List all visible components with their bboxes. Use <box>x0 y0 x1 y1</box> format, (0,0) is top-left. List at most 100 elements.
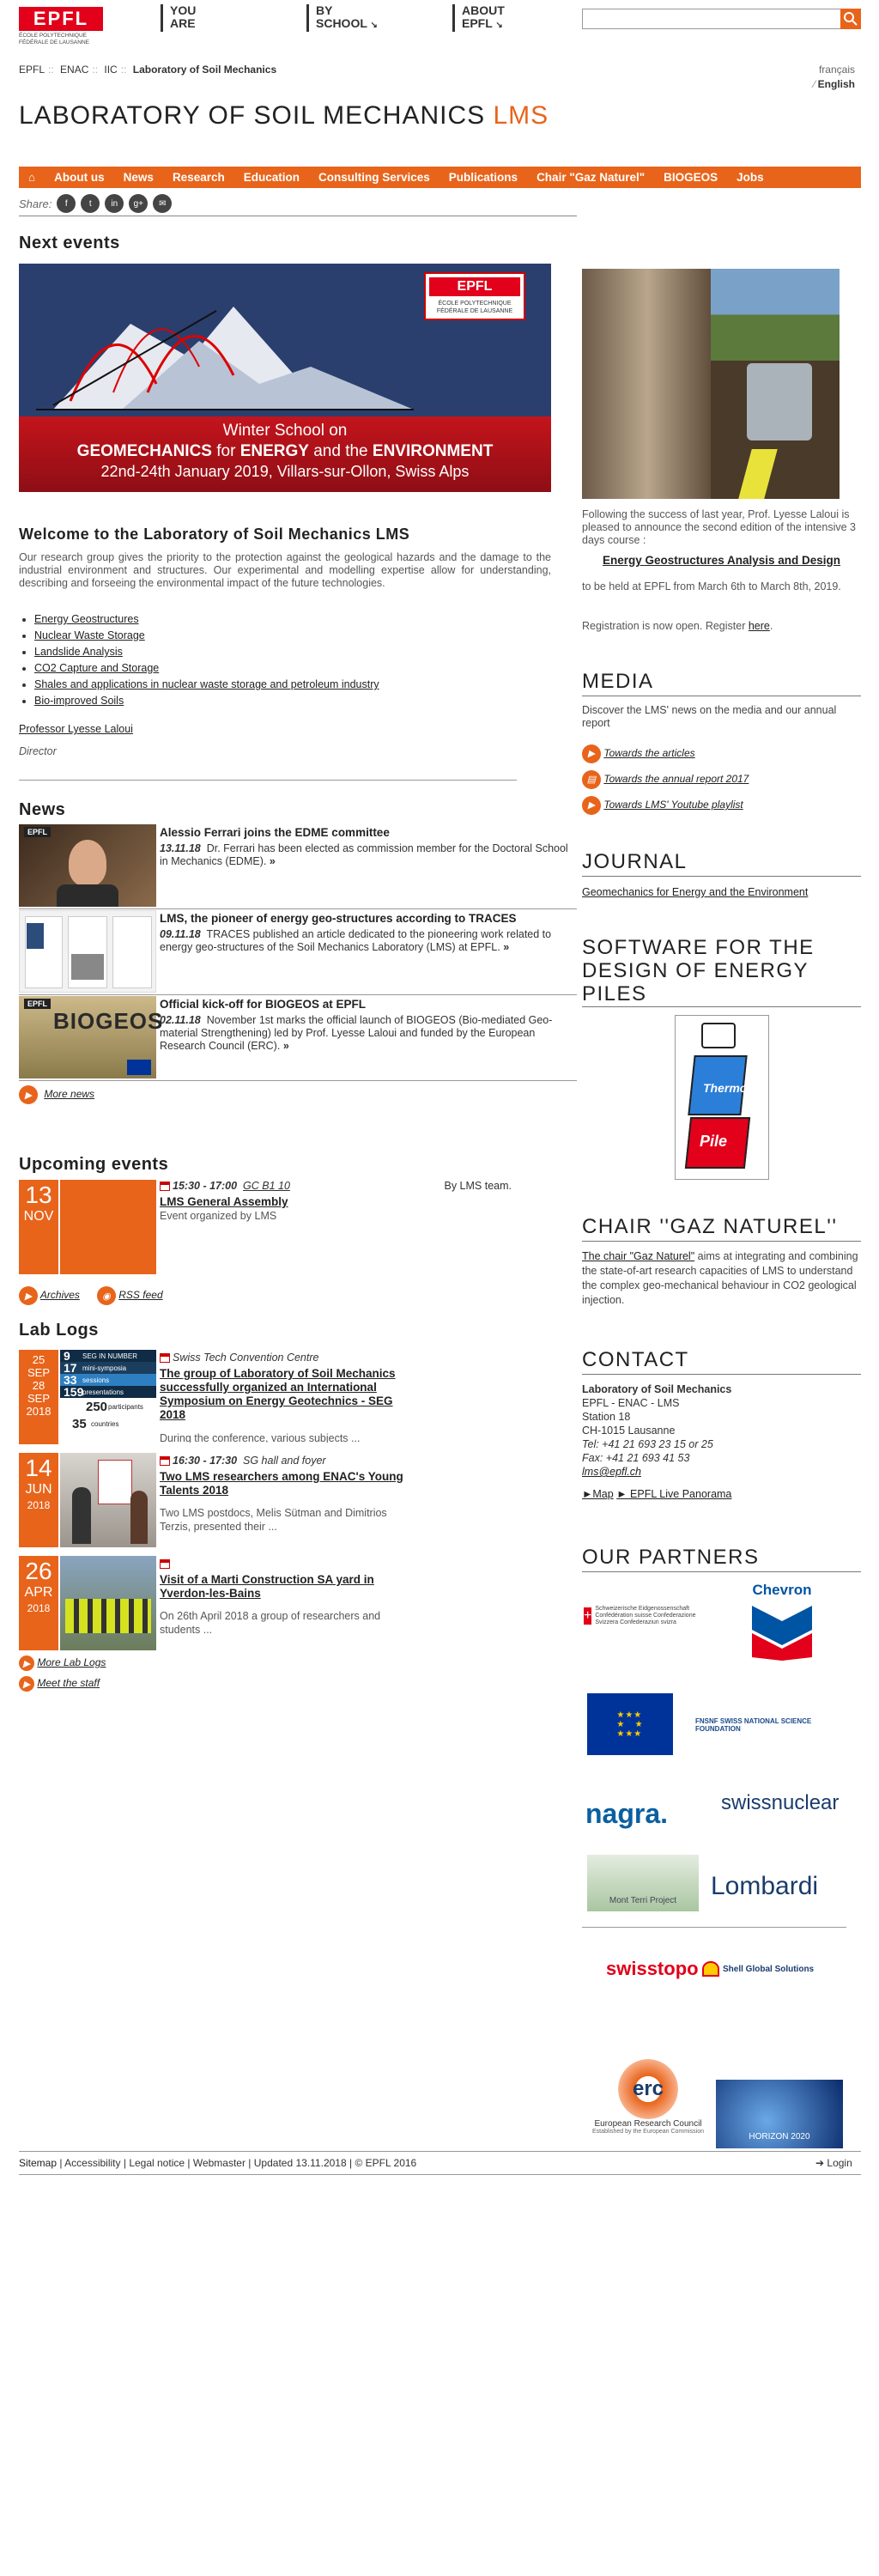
winter-school-banner[interactable]: EPFL ÉCOLE POLYTECHNIQUE FÉDÉRALE DE LAU… <box>19 264 551 492</box>
menu-item-about[interactable]: About us <box>45 171 114 184</box>
topic-link[interactable]: Nuclear Waste Storage <box>34 629 145 641</box>
login-link[interactable]: ➔ Login <box>815 2157 852 2169</box>
lablog-title[interactable]: Two LMS researchers among ENAC's Young T… <box>160 1470 417 1498</box>
swiss-cross-icon: + <box>584 1607 592 1625</box>
partner-swissnuclear[interactable]: swissnuclear <box>721 1791 839 1815</box>
contact-heading: CONTACT <box>582 1348 689 1371</box>
footer-webmaster[interactable]: Webmaster <box>193 2157 246 2169</box>
lablog-title[interactable]: The group of Laboratory of Soil Mechanic… <box>160 1367 417 1422</box>
top-nav-about-epfl[interactable]: ABOUT EPFL ↘ <box>452 4 598 32</box>
topic-link[interactable]: Shales and applications in nuclear waste… <box>34 678 379 690</box>
map-link[interactable]: ►Map <box>582 1488 614 1500</box>
news-item[interactable]: EPFL BIOGEOS Official kick-off for BIOGE… <box>19 996 577 1080</box>
share-label: Share: <box>19 197 52 210</box>
lablog-title[interactable]: Visit of a Marti Construction SA yard in… <box>160 1573 417 1601</box>
menu-item-biogeos[interactable]: BIOGEOS <box>654 171 727 184</box>
epfl-logo-mark: EPFL <box>19 7 103 31</box>
news-item[interactable]: EPFL Alessio Ferrari joins the EDME comm… <box>19 824 577 908</box>
breadcrumb-item[interactable]: EPFL <box>19 64 45 76</box>
software-heading: SOFTWARE FOR THE DESIGN OF ENERGY PILES <box>582 936 815 1005</box>
professor-link[interactable]: Professor Lyesse Laloui <box>19 723 133 735</box>
media-link-articles[interactable]: ▶ Towards the articles <box>582 740 749 766</box>
topic-link[interactable]: CO2 Capture and Storage <box>34 662 159 674</box>
contact-email-link[interactable]: lms@epfl.ch <box>582 1465 731 1479</box>
menu-item-education[interactable]: Education <box>234 171 309 184</box>
footer-legal[interactable]: Legal notice <box>129 2157 185 2169</box>
archives-link[interactable]: ▶ Archives <box>19 1286 80 1305</box>
search-button[interactable] <box>840 9 861 29</box>
linkedin-icon[interactable]: in <box>105 194 124 213</box>
course-image[interactable] <box>582 269 840 499</box>
news-title[interactable]: Alessio Ferrari joins the EDME committee <box>160 826 572 839</box>
read-more-icon[interactable]: » <box>270 855 276 867</box>
menu-item-publications[interactable]: Publications <box>440 171 527 184</box>
footer-accessibility[interactable]: Accessibility <box>64 2157 120 2169</box>
chair-link[interactable]: The chair "Gaz Naturel" <box>582 1250 694 1262</box>
partner-nagra[interactable]: nagra. <box>585 1798 668 1830</box>
language-french[interactable]: français <box>752 64 855 76</box>
partner-lombardi[interactable]: Lombardi <box>711 1872 818 1901</box>
thermopile-logo[interactable]: Thermo Pile <box>675 1015 769 1180</box>
menu-item-research[interactable]: Research <box>163 171 234 184</box>
home-icon[interactable]: ⌂ <box>19 171 45 184</box>
register-link[interactable]: here <box>749 620 770 632</box>
lablog-item[interactable]: 16:30 - 17:30 SG hall and foyer Two LMS … <box>160 1455 417 1534</box>
language-switcher: français ⁄ English <box>752 64 855 90</box>
news-item[interactable]: LMS, the pioneer of energy geo-structure… <box>19 910 577 994</box>
menu-item-jobs[interactable]: Jobs <box>727 171 773 184</box>
search-input[interactable] <box>582 9 861 29</box>
top-nav-you-are[interactable]: YOU ARE <box>161 4 306 32</box>
event-title[interactable]: LMS General Assembly <box>160 1195 555 1208</box>
topic-link[interactable]: Bio-improved Soils <box>34 695 124 707</box>
top-nav-by-school[interactable]: BY SCHOOL ↘ <box>306 4 452 32</box>
lablog-item[interactable]: Swiss Tech Convention Centre The group o… <box>160 1352 417 1443</box>
topic-link[interactable]: Energy Geostructures <box>34 613 139 625</box>
media-link-youtube[interactable]: ▶ Towards LMS' Youtube playlist <box>582 792 749 817</box>
news-date: 13.11.18 <box>160 842 201 854</box>
footer-sitemap[interactable]: Sitemap <box>19 2157 57 2169</box>
rss-link[interactable]: ◉ RSS feed <box>96 1286 163 1305</box>
partner-mont-terri[interactable]: Mont Terri Project <box>587 1855 699 1911</box>
top-nav-label: YOU <box>170 3 197 17</box>
twitter-icon[interactable]: t <box>81 194 100 213</box>
googleplus-icon[interactable]: g+ <box>129 194 149 213</box>
menu-item-consulting[interactable]: Consulting Services <box>309 171 440 184</box>
partner-swiss-confederation[interactable]: + Schweizerische Eidgenossenschaft Confé… <box>584 1606 704 1626</box>
breadcrumb-item[interactable]: IIC <box>104 64 117 76</box>
read-more-icon[interactable]: » <box>283 1040 289 1052</box>
event-details[interactable]: 15:30 - 17:00 GC B1 10 By LMS team. LMS G… <box>160 1180 555 1222</box>
partner-swisstopo[interactable]: swisstopo <box>606 1958 699 1980</box>
welcome-text: Our research group gives the priority to… <box>19 551 551 589</box>
partner-snsf[interactable]: FNSNF SWISS NATIONAL SCIENCE FOUNDATION <box>695 1717 858 1733</box>
media-link-annual-report[interactable]: ▤ Towards the annual report 2017 <box>582 766 749 792</box>
panorama-link[interactable]: ► EPFL Live Panorama <box>616 1488 731 1500</box>
facebook-icon[interactable]: f <box>57 194 76 213</box>
meet-staff-link[interactable]: ▶ Meet the staff <box>19 1676 100 1692</box>
rss-icon: ◉ <box>96 1286 116 1305</box>
news-title[interactable]: LMS, the pioneer of energy geo-structure… <box>160 912 572 925</box>
menu-item-chair[interactable]: Chair "Gaz Naturel" <box>527 171 654 184</box>
news-title[interactable]: Official kick-off for BIOGEOS at EPFL <box>160 998 572 1011</box>
partner-chevron[interactable]: Chevron <box>743 1582 821 1664</box>
topic-link[interactable]: Landslide Analysis <box>34 646 123 658</box>
partner-shell[interactable]: Shell Global Solutions <box>702 1961 814 1977</box>
language-english[interactable]: ⁄ English <box>752 78 855 90</box>
email-icon[interactable]: ✉ <box>153 194 173 213</box>
more-news-link[interactable]: ▶ More news <box>19 1085 94 1104</box>
read-more-icon[interactable]: » <box>503 941 509 953</box>
lablog-item[interactable]: Visit of a Marti Construction SA yard in… <box>160 1558 417 1637</box>
more-lablogs-link[interactable]: ▶ More Lab Logs <box>19 1656 106 1671</box>
partner-eu[interactable]: ★★★ ★ ★ ★★★ <box>587 1693 673 1755</box>
course-title-link[interactable]: Energy Geostructures Analysis and Design <box>582 554 861 567</box>
menu-item-news[interactable]: News <box>114 171 163 184</box>
partner-erc[interactable]: erc European Research Council Establishe… <box>584 2059 712 2169</box>
epfl-logo[interactable]: EPFL ÉCOLE POLYTECHNIQUE FÉDÉRALE DE LAU… <box>19 7 103 46</box>
partner-horizon2020[interactable]: HORIZON 2020 <box>716 2080 843 2148</box>
breadcrumb-item[interactable]: ENAC <box>60 64 88 76</box>
next-events-heading: Next events <box>19 234 120 252</box>
journal-link[interactable]: Geomechanics for Energy and the Environm… <box>582 886 808 898</box>
archive-icon: ▶ <box>19 1286 38 1305</box>
breadcrumb: EPFL:: ENAC:: IIC:: Laboratory of Soil M… <box>19 64 277 76</box>
calendar-icon <box>160 1559 170 1570</box>
arrow-down-right-icon: ↘ <box>495 21 503 30</box>
